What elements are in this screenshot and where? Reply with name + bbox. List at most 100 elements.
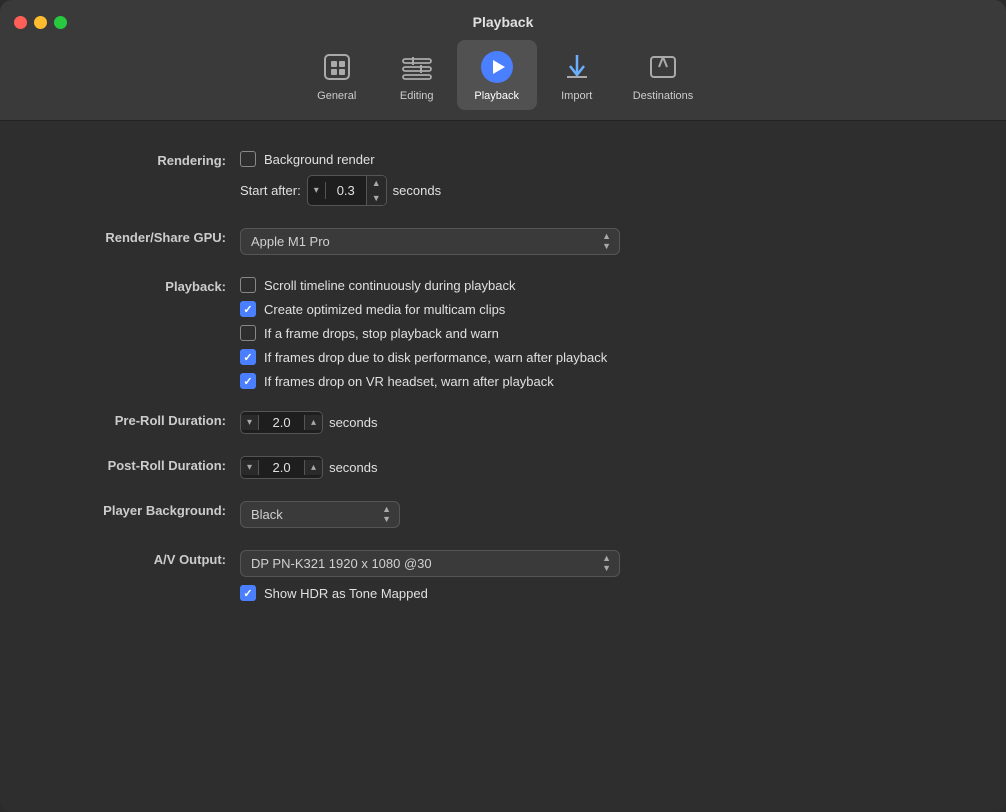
gpu-label: Render/Share GPU: (40, 228, 240, 245)
start-after-row: Start after: ▾ 0.3 ▲ ▼ seconds (240, 175, 441, 206)
destinations-icon (644, 48, 682, 86)
playback-option-3: If frames drop due to disk performance, … (240, 349, 607, 365)
postroll-label: Post-Roll Duration: (40, 456, 240, 473)
gpu-arrow-down: ▼ (602, 242, 611, 251)
background-render-checkbox[interactable] (240, 151, 256, 167)
minimize-button[interactable] (34, 16, 47, 29)
playback-option-label-4: If frames drop on VR headset, warn after… (264, 374, 554, 389)
close-button[interactable] (14, 16, 27, 29)
av-output-arrows: ▲ ▼ (602, 554, 611, 573)
hdr-checkbox[interactable] (240, 585, 256, 601)
av-output-dropdown[interactable]: DP PN-K321 1920 x 1080 @30 ▲ ▼ (240, 550, 620, 577)
toolbar-label-import: Import (561, 90, 592, 102)
main-window: Playback General (0, 0, 1006, 812)
postroll-up-arrow[interactable]: ▴ (304, 460, 322, 475)
start-after-down[interactable]: ▼ (367, 191, 386, 206)
toolbar-item-general[interactable]: General (297, 40, 377, 110)
background-render-row: Background render (240, 151, 441, 167)
background-render-label: Background render (264, 152, 375, 167)
toolbar-item-playback[interactable]: Playback (457, 40, 537, 110)
preroll-duration-row: ▾ 2.0 ▴ seconds (240, 411, 377, 434)
rendering-row: Rendering: Background render Start after… (40, 151, 966, 206)
player-background-row: Player Background: Black ▲ ▼ (40, 501, 966, 528)
playback-option-label-0: Scroll timeline continuously during play… (264, 278, 515, 293)
gpu-arrow-up: ▲ (602, 232, 611, 241)
playback-label: Playback: (40, 277, 240, 294)
playback-checkbox-4[interactable] (240, 373, 256, 389)
playback-option-2: If a frame drops, stop playback and warn (240, 325, 607, 341)
general-icon (318, 48, 356, 86)
playback-checkbox-1[interactable] (240, 301, 256, 317)
playback-option-label-3: If frames drop due to disk performance, … (264, 350, 607, 365)
postroll-stepper[interactable]: ▾ 2.0 ▴ (240, 456, 323, 479)
preroll-row: Pre-Roll Duration: ▾ 2.0 ▴ seconds (40, 411, 966, 434)
playback-checkbox-0[interactable] (240, 277, 256, 293)
titlebar: Playback General (0, 0, 1006, 121)
rendering-controls: Background render Start after: ▾ 0.3 ▲ ▼… (240, 151, 441, 206)
toolbar: General Editing (277, 40, 730, 120)
gpu-controls: Apple M1 Pro ▲ ▼ (240, 228, 620, 255)
start-after-seconds: seconds (393, 183, 441, 198)
preroll-up-arrow[interactable]: ▴ (304, 415, 322, 430)
toolbar-label-playback: Playback (474, 90, 519, 102)
av-arrow-up: ▲ (602, 554, 611, 563)
av-output-row: A/V Output: DP PN-K321 1920 x 1080 @30 ▲… (40, 550, 966, 601)
player-background-controls: Black ▲ ▼ (240, 501, 400, 528)
gpu-value: Apple M1 Pro (251, 234, 330, 249)
postroll-seconds: seconds (329, 460, 377, 475)
playback-icon (478, 48, 516, 86)
playback-option-label-1: Create optimized media for multicam clip… (264, 302, 505, 317)
import-icon (558, 48, 596, 86)
editing-icon (398, 48, 436, 86)
toolbar-label-general: General (317, 90, 356, 102)
preroll-value: 2.0 (259, 412, 304, 433)
playback-row: Playback: Scroll timeline continuously d… (40, 277, 966, 389)
player-background-arrows: ▲ ▼ (382, 505, 391, 524)
preroll-label: Pre-Roll Duration: (40, 411, 240, 428)
gpu-row: Render/Share GPU: Apple M1 Pro ▲ ▼ (40, 228, 966, 255)
av-output-value: DP PN-K321 1920 x 1080 @30 (251, 556, 432, 571)
playback-controls: Scroll timeline continuously during play… (240, 277, 607, 389)
toolbar-label-editing: Editing (400, 90, 434, 102)
postroll-duration-row: ▾ 2.0 ▴ seconds (240, 456, 377, 479)
postroll-controls: ▾ 2.0 ▴ seconds (240, 456, 377, 479)
preroll-stepper[interactable]: ▾ 2.0 ▴ (240, 411, 323, 434)
toolbar-label-destinations: Destinations (633, 90, 694, 102)
av-arrow-down: ▼ (602, 564, 611, 573)
hdr-row: Show HDR as Tone Mapped (240, 585, 620, 601)
playback-checkbox-3[interactable] (240, 349, 256, 365)
hdr-label: Show HDR as Tone Mapped (264, 586, 428, 601)
bg-arrow-down: ▼ (382, 515, 391, 524)
rendering-label: Rendering: (40, 151, 240, 168)
player-background-dropdown[interactable]: Black ▲ ▼ (240, 501, 400, 528)
content-area: Rendering: Background render Start after… (0, 121, 1006, 812)
av-output-label: A/V Output: (40, 550, 240, 567)
preroll-down-arrow[interactable]: ▾ (241, 415, 259, 430)
postroll-value: 2.0 (259, 457, 304, 478)
maximize-button[interactable] (54, 16, 67, 29)
start-after-down-arrow[interactable]: ▾ (308, 182, 326, 199)
postroll-down-arrow[interactable]: ▾ (241, 460, 259, 475)
av-output-controls: DP PN-K321 1920 x 1080 @30 ▲ ▼ Show HDR … (240, 550, 620, 601)
start-after-stepper[interactable]: ▾ 0.3 ▲ ▼ (307, 175, 387, 206)
toolbar-item-editing[interactable]: Editing (377, 40, 457, 110)
playback-option-label-2: If a frame drops, stop playback and warn (264, 326, 499, 341)
window-title: Playback (473, 14, 534, 30)
gpu-dropdown-arrows: ▲ ▼ (602, 232, 611, 251)
player-background-label: Player Background: (40, 501, 240, 518)
preroll-controls: ▾ 2.0 ▴ seconds (240, 411, 377, 434)
traffic-lights (14, 16, 67, 29)
preroll-seconds: seconds (329, 415, 377, 430)
start-after-up[interactable]: ▲ (367, 176, 386, 191)
playback-option-1: Create optimized media for multicam clip… (240, 301, 607, 317)
playback-option-4: If frames drop on VR headset, warn after… (240, 373, 607, 389)
toolbar-item-destinations[interactable]: Destinations (617, 40, 710, 110)
postroll-row: Post-Roll Duration: ▾ 2.0 ▴ seconds (40, 456, 966, 479)
playback-checkbox-2[interactable] (240, 325, 256, 341)
start-after-arrows: ▲ ▼ (366, 176, 386, 205)
bg-arrow-up: ▲ (382, 505, 391, 514)
gpu-dropdown[interactable]: Apple M1 Pro ▲ ▼ (240, 228, 620, 255)
start-after-value: 0.3 (326, 180, 366, 201)
playback-option-0: Scroll timeline continuously during play… (240, 277, 607, 293)
toolbar-item-import[interactable]: Import (537, 40, 617, 110)
